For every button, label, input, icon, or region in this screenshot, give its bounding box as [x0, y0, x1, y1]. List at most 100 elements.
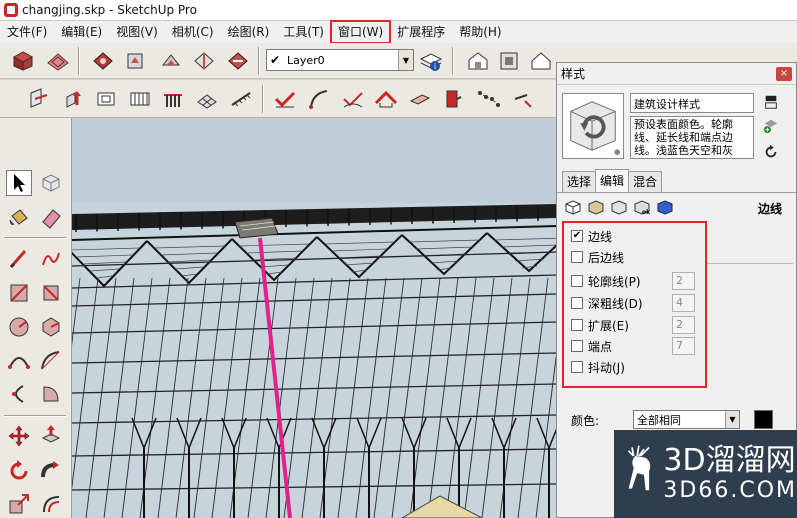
endpoints-checkbox[interactable] [571, 340, 583, 352]
svg-text:ok: ok [642, 209, 651, 215]
dropdown-arrow-icon[interactable]: ▼ [398, 50, 413, 70]
paint-bucket-icon[interactable] [6, 205, 32, 231]
edge-color-swatch[interactable] [754, 410, 773, 429]
arc-tool-icon[interactable] [306, 86, 332, 112]
tab-select[interactable]: 选择 [562, 171, 597, 192]
rotated-rect-icon[interactable] [38, 280, 64, 306]
menu-edit[interactable]: 编辑(E) [54, 22, 109, 42]
edge-option-depth-cue[interactable]: 深粗线(D) [571, 294, 643, 312]
push-pull-icon[interactable] [60, 86, 86, 112]
dropdown-arrow-icon[interactable]: ▼ [725, 411, 739, 428]
watermark-settings-icon[interactable]: ok [631, 197, 653, 217]
door-red-icon[interactable] [440, 86, 466, 112]
arc-3point-icon[interactable] [6, 381, 32, 407]
extension-warehouse-icon[interactable] [191, 48, 217, 74]
arc-draw-icon[interactable] [6, 348, 32, 374]
menu-draw[interactable]: 绘图(R) [221, 22, 277, 42]
extension-label: 扩展(E) [588, 318, 629, 333]
back-edges-checkbox[interactable] [571, 251, 583, 263]
profiles-value-input[interactable]: 2 [672, 272, 695, 290]
edge-option-jitter[interactable]: 抖动(J) [571, 358, 625, 376]
layer-manager-icon[interactable]: i [418, 48, 444, 74]
menu-help[interactable]: 帮助(H) [452, 22, 508, 42]
menu-camera[interactable]: 相机(C) [165, 22, 221, 42]
layout-send-icon[interactable] [225, 48, 251, 74]
style-name-field[interactable]: 建筑设计样式 [630, 93, 754, 113]
view-top-icon[interactable] [496, 48, 522, 74]
background-settings-icon[interactable] [608, 197, 630, 217]
select-arrow-icon[interactable] [6, 170, 32, 196]
profiles-label: 轮廓线(P) [588, 274, 641, 289]
watermark-text: 3D溜溜网 3D66.COM [663, 444, 797, 504]
eraser-icon[interactable] [38, 205, 64, 231]
line-arrow-icon[interactable] [510, 86, 536, 112]
section-plane-icon[interactable] [26, 86, 52, 112]
create-new-style-icon[interactable] [762, 117, 780, 135]
check-red-icon[interactable] [272, 86, 298, 112]
menu-extensions[interactable]: 扩展程序 [390, 22, 452, 42]
face-settings-icon[interactable] [585, 197, 607, 217]
update-style-icon[interactable] [762, 143, 780, 161]
ramp-grid-icon[interactable] [228, 86, 254, 112]
menu-tools[interactable]: 工具(T) [276, 22, 331, 42]
edge-option-extension[interactable]: 扩展(E) [571, 316, 629, 334]
share-model-icon[interactable] [122, 48, 148, 74]
pie-tool-icon[interactable] [38, 381, 64, 407]
toolbar-separator [258, 47, 260, 75]
display-secondary-pane-icon[interactable] [762, 93, 780, 111]
menu-window[interactable]: 窗口(W) [329, 20, 392, 44]
arc-2point-icon[interactable] [38, 348, 64, 374]
profiles-checkbox[interactable] [571, 275, 583, 287]
polygon-tool-icon[interactable] [38, 314, 64, 340]
tab-edit[interactable]: 编辑 [595, 169, 630, 192]
path-nodes-icon[interactable] [476, 86, 502, 112]
menu-file[interactable]: 文件(F) [0, 22, 54, 42]
component-3d-icon[interactable] [90, 48, 116, 74]
edge-option-back-edges[interactable]: 后边线 [571, 248, 624, 266]
slab-icon[interactable] [407, 86, 433, 112]
endpoints-value-input[interactable]: 7 [672, 337, 695, 355]
push-pull-tool-icon[interactable] [38, 423, 64, 449]
circle-tool-icon[interactable] [6, 314, 32, 340]
offset-box-icon[interactable] [93, 86, 119, 112]
move-tool-icon[interactable] [6, 423, 32, 449]
rotate-tool-icon[interactable] [6, 458, 32, 484]
edge-option-endpoints[interactable]: 端点 [571, 337, 612, 355]
check-arc-icon[interactable] [340, 86, 366, 112]
flat-grid-icon[interactable] [194, 86, 220, 112]
close-icon[interactable]: × [776, 67, 792, 81]
jitter-checkbox[interactable] [571, 361, 583, 373]
offset-tool-icon[interactable] [38, 491, 64, 517]
view-iso-icon[interactable] [465, 48, 491, 74]
color-mode-dropdown[interactable]: 全部相同 ▼ [633, 410, 740, 429]
edge-option-profiles[interactable]: 轮廓线(P) [571, 272, 641, 290]
pencil-line-icon[interactable] [6, 246, 32, 272]
railing-red-icon[interactable] [160, 86, 186, 112]
edge-option-edges[interactable]: ✔ 边线 [571, 227, 612, 245]
depth-cue-checkbox[interactable] [571, 297, 583, 309]
menu-view[interactable]: 视图(V) [109, 22, 165, 42]
make-component-icon[interactable] [38, 170, 64, 196]
modeling-settings-icon[interactable] [654, 197, 676, 217]
layer-dropdown[interactable]: ✔ Layer0 ▼ [266, 49, 414, 71]
view-front-icon[interactable] [528, 48, 554, 74]
3d-viewport[interactable] [72, 118, 557, 518]
depth-cue-value-input[interactable]: 4 [672, 294, 695, 312]
edges-checkbox[interactable]: ✔ [571, 230, 583, 242]
edit-section-label: 边线 [757, 202, 782, 216]
style-thumbnail[interactable] [562, 93, 624, 159]
geo-location-icon[interactable] [45, 48, 71, 74]
scale-tool-icon[interactable] [6, 491, 32, 517]
grid-stair-icon[interactable] [127, 86, 153, 112]
freehand-icon[interactable] [38, 246, 64, 272]
extension-checkbox[interactable] [571, 319, 583, 331]
tab-mix[interactable]: 混合 [628, 171, 663, 192]
edge-settings-icon[interactable] [562, 197, 584, 217]
model-info-icon[interactable] [10, 48, 36, 74]
get-models-icon[interactable] [158, 48, 184, 74]
style-description-field[interactable]: 预设表面颜色。轮廓线、延长线和端点边线。浅蓝色天空和灰 [630, 116, 754, 159]
roof-icon[interactable] [373, 86, 399, 112]
extension-value-input[interactable]: 2 [672, 316, 695, 334]
follow-me-icon[interactable] [38, 458, 64, 484]
rectangle-tool-icon[interactable] [6, 280, 32, 306]
